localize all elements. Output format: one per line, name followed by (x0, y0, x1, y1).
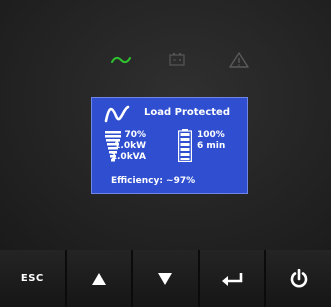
load-kva: 1.0kVA (110, 152, 146, 162)
line-power-icon (109, 50, 133, 70)
battery-percent: 100% (197, 130, 225, 140)
battery-runtime: 6 min (197, 141, 226, 151)
load-kw: 1.0kW (114, 141, 146, 151)
power-icon (289, 268, 309, 289)
sine-wave-icon (104, 104, 130, 124)
status-text: Load Protected (144, 107, 230, 118)
enter-button[interactable] (199, 250, 265, 307)
efficiency-text: Efficiency: ~97% (111, 176, 196, 186)
enter-icon (221, 272, 243, 286)
up-arrow-icon (91, 272, 106, 285)
load-percent: 70% (124, 130, 146, 140)
up-button[interactable] (66, 250, 132, 307)
down-arrow-icon (158, 272, 173, 285)
esc-button[interactable]: ESC (0, 250, 65, 307)
power-button[interactable] (266, 250, 331, 307)
battery-level-icon (178, 129, 192, 162)
ups-front-panel: Load Protected 70% 1.0kW 1.0kVA 100% 6 m… (0, 0, 331, 250)
button-bar: ESC (0, 250, 331, 307)
alarm-icon (227, 50, 251, 70)
esc-label: ESC (20, 273, 44, 284)
lcd-display: Load Protected 70% 1.0kW 1.0kVA 100% 6 m… (91, 97, 248, 194)
battery-icon (165, 50, 189, 70)
down-button[interactable] (133, 250, 198, 307)
